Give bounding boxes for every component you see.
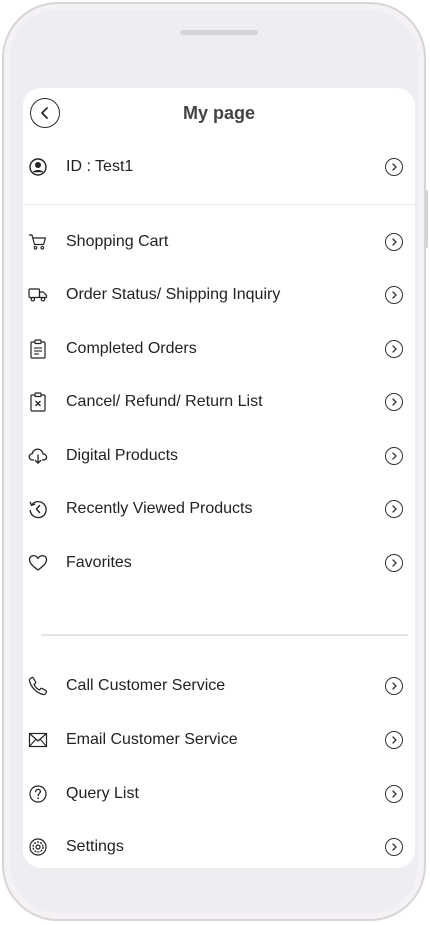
my-page-screen: My page ID : Test1 Shopping Cart Order S… xyxy=(23,88,415,868)
phone-icon xyxy=(28,676,48,696)
menu-item-label: Shopping Cart xyxy=(66,233,169,250)
menu-item-recently-viewed[interactable]: Recently Viewed Products xyxy=(23,489,415,529)
question-icon xyxy=(28,784,48,804)
menu-item-label: Email Customer Service xyxy=(66,731,238,748)
user-icon xyxy=(28,157,48,177)
heart-icon xyxy=(28,553,48,573)
menu-item-digital-products[interactable]: Digital Products xyxy=(23,436,415,476)
menu-item-email-customer-service[interactable]: Email Customer Service xyxy=(23,720,415,760)
chevron-right-icon xyxy=(385,731,403,749)
chevron-right-icon xyxy=(385,158,403,176)
phone-frame: My page ID : Test1 Shopping Cart Order S… xyxy=(2,2,428,921)
menu-item-label: Query List xyxy=(66,785,139,802)
chevron-right-icon xyxy=(385,785,403,803)
chevron-right-icon xyxy=(385,340,403,358)
chevron-right-icon xyxy=(385,393,403,411)
menu-item-label: Cancel/ Refund/ Return List xyxy=(66,393,263,410)
cart-icon xyxy=(28,232,48,252)
menu-item-settings[interactable]: Settings xyxy=(23,827,415,867)
chevron-right-icon xyxy=(385,447,403,465)
menu-item-label: Call Customer Service xyxy=(66,677,226,694)
menu-item-label: Digital Products xyxy=(66,447,179,464)
side-button xyxy=(425,190,428,248)
clipboard-cancel-icon xyxy=(28,392,48,412)
header: My page xyxy=(23,88,415,138)
menu-item-label: Completed Orders xyxy=(66,340,197,357)
divider xyxy=(23,204,415,205)
menu-item-label: Recently Viewed Products xyxy=(66,500,253,517)
user-id-label: ID : Test1 xyxy=(66,158,134,175)
chevron-right-icon xyxy=(385,500,403,518)
menu-item-label: Favorites xyxy=(66,554,132,571)
history-icon xyxy=(28,499,48,519)
menu-item-favorites[interactable]: Favorites xyxy=(23,543,415,583)
chevron-left-icon xyxy=(41,107,48,119)
menu-item-label: Order Status/ Shipping Inquiry xyxy=(66,286,281,303)
clipboard-icon xyxy=(28,339,48,359)
menu-item-completed-orders[interactable]: Completed Orders xyxy=(23,329,415,369)
menu-item-query-list[interactable]: Query List xyxy=(23,774,415,814)
settings-icon xyxy=(28,837,48,857)
page-title: My page xyxy=(182,103,256,123)
user-id-row[interactable]: ID : Test1 xyxy=(23,147,415,187)
back-button[interactable] xyxy=(30,98,60,128)
mail-icon xyxy=(28,730,48,750)
cloud-download-icon xyxy=(28,446,48,466)
truck-icon xyxy=(28,285,48,305)
chevron-right-icon xyxy=(385,677,403,695)
chevron-right-icon xyxy=(385,838,403,856)
menu-item-label: Settings xyxy=(66,838,124,855)
menu-item-cancel-refund-return[interactable]: Cancel/ Refund/ Return List xyxy=(23,382,415,422)
chevron-right-icon xyxy=(385,233,403,251)
chevron-right-icon xyxy=(385,554,403,572)
menu-item-call-customer-service[interactable]: Call Customer Service xyxy=(23,666,415,706)
menu-item-shopping-cart[interactable]: Shopping Cart xyxy=(23,222,415,262)
speaker-slot xyxy=(180,30,258,35)
section-divider xyxy=(41,634,408,636)
chevron-right-icon xyxy=(385,286,403,304)
menu-item-order-status[interactable]: Order Status/ Shipping Inquiry xyxy=(23,275,415,315)
